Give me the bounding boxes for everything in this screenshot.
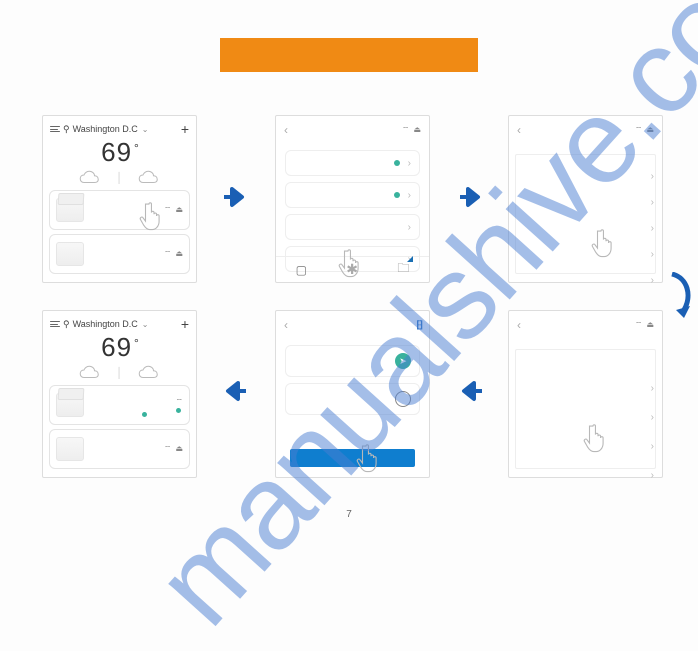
back-button[interactable]: ‹ [284,318,288,332]
wifi-icon: ⌔ [635,320,643,330]
wifi-icon: ⌔ [402,125,410,135]
chevron-right-icon[interactable]: › [651,441,654,452]
arrow-right-icon [222,186,248,208]
lock-icon: ⏏ [175,444,183,454]
device-thumb-icon [56,242,84,266]
screen-home-bottom: ⚲ Washington D.C ⌄ + 69° │ ⌔ ⌔ ⏏ [42,310,197,478]
chevron-right-icon[interactable]: › [651,470,654,481]
temperature-value: 69° [43,332,196,363]
wifi-icon: ⌔ [175,397,183,407]
list-item[interactable]: › [285,150,420,176]
device-card[interactable]: ⌔ ⏏ [49,234,190,274]
chevron-right-icon: › [408,222,411,233]
chevron-right-icon[interactable]: › [651,412,654,423]
cloud-icon [137,170,161,186]
pin-icon: ⚲ [63,124,70,135]
arrow-right-icon [458,186,484,208]
option-list: › › › › [651,383,654,481]
status-dot-icon [142,412,147,417]
arrow-curve-down-icon [666,272,696,322]
tab-folder-icon[interactable]: 🗀 [397,259,409,280]
chevron-right-icon[interactable]: › [651,383,654,394]
back-button[interactable]: ‹ [517,318,521,332]
device-card[interactable]: ⌔ ⏏ [49,429,190,469]
unselected-circle-icon [395,391,411,407]
chevron-down-icon: ⌄ [142,125,149,134]
menu-icon[interactable] [50,125,60,134]
weather-row: │ [43,365,196,381]
arrow-left-icon [222,380,248,402]
page-number: 7 [0,509,698,520]
content-area [515,154,656,274]
selected-check-icon: ➤ [395,353,411,369]
tap-hand-icon [589,226,623,260]
tap-hand-icon [336,246,370,280]
lock-icon: ⏏ [175,249,183,259]
menu-icon[interactable] [50,320,60,329]
wifi-icon: ⌔ [164,249,172,259]
temperature-value: 69° [43,137,196,168]
lock-icon: ⏏ [646,320,654,330]
pin-icon: ⚲ [63,319,70,330]
tap-hand-icon [581,421,615,455]
select-item[interactable] [285,383,420,415]
chevron-right-icon[interactable]: › [651,171,654,182]
wifi-icon: ⌔ [164,444,172,454]
screen-select-device: ‹ ⁅ ⁆ ➤ [275,310,430,478]
option-list: › › › › › [651,171,654,286]
tab-history-icon[interactable]: ▢ [296,263,307,277]
screen-detail-top: ‹ ⌔ ⏏ › › › › › [508,115,663,283]
screen-detail-bottom: ‹ ⌔ ⏏ › › › › [508,310,663,478]
add-button[interactable]: + [181,316,189,332]
cloud-icon [137,365,161,381]
chevron-right-icon[interactable]: › [651,223,654,234]
tap-hand-icon [137,199,171,233]
chevron-right-icon[interactable]: › [651,249,654,260]
back-button[interactable]: ‹ [284,123,288,137]
tap-hand-icon [354,441,388,475]
chevron-right-icon: › [408,158,411,169]
expand-icon[interactable]: ⁅ ⁆ [416,320,421,331]
chevron-down-icon: ⌄ [142,320,149,329]
confirm-button[interactable] [290,449,415,467]
device-card[interactable]: ⌔ [49,385,190,425]
list-item[interactable]: › [285,182,420,208]
chevron-right-icon: › [408,190,411,201]
chevron-right-icon[interactable]: › [651,197,654,208]
wifi-icon: ⌔ [635,125,643,135]
lock-icon: ⏏ [646,125,654,135]
device-thumb-icon [56,393,84,417]
device-thumb-icon [56,198,84,222]
location-label[interactable]: Washington D.C [73,124,138,134]
cloud-icon [78,170,102,186]
screen-home-top: ⚲ Washington D.C ⌄ + 69° │ ⌔ ⏏ ⌔ ⏏ [42,115,197,283]
chevron-right-icon[interactable]: › [651,275,654,286]
location-label[interactable]: Washington D.C [73,319,138,329]
add-button[interactable]: + [181,121,189,137]
list-item[interactable]: › [285,214,420,240]
status-dot-icon [176,408,181,413]
select-item[interactable]: ➤ [285,345,420,377]
back-button[interactable]: ‹ [517,123,521,137]
cloud-icon [78,365,102,381]
weather-row: │ [43,170,196,186]
arrow-left-icon [458,380,484,402]
lock-icon: ⏏ [175,205,183,215]
lock-icon: ⏏ [413,125,421,135]
screen-device-list: ‹ ⌔ ⏏ › › › › ▢ ✱ 🗀 [275,115,430,283]
section-header-bar [220,38,478,72]
device-thumb-icon [56,437,84,461]
device-card[interactable]: ⌔ ⏏ [49,190,190,230]
